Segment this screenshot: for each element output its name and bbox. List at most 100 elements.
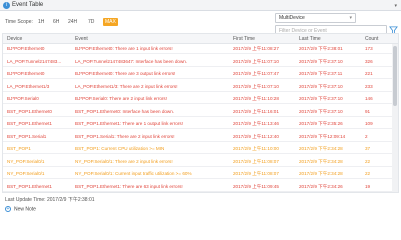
cell-last-time: 2017/2/9 下午2:34:28 [299,146,343,151]
cell-device: BJ*POP.Ethernet0 [7,71,45,76]
table-row[interactable]: BST_POP1.Ethernet1 BST_POP1.Ethernet1: T… [3,182,392,192]
table-row[interactable]: BJ*POP.Serial0 BJ*POP.Serial0: There are… [3,94,392,104]
cell-first-time: 2017/2/9 上午11:08:07 [233,158,279,164]
chevron-down-icon: ▾ [349,15,352,21]
table-row[interactable]: BJ*POP.Ethernet0 BJ*POP.Ethernet0: There… [3,44,392,54]
cell-count: 146 [365,96,373,101]
cell-first-time: 2017/2/9 上午11:08:27 [233,46,279,51]
cell-event: BJ*POP.Ethernet0: There are 1 input link… [75,46,173,51]
event-table-icon: i [3,2,10,9]
table-row[interactable]: LA_POP.Ethernet1/3 LA_POP.Ethernet1/3: T… [3,82,392,92]
cell-device: BST_POP1 [7,146,31,151]
cell-last-time: 2017/2/9 下午2:37:10 [299,108,343,114]
vertical-scrollbar[interactable] [392,44,398,192]
cell-first-time: 2017/2/9 上午11:12:40 [233,133,279,139]
column-header-count[interactable]: Count [365,36,378,42]
cell-event: NY_POP.Serial0/1: Current input traffic … [75,171,192,176]
title-bar: i Event Table ▾ [0,0,401,11]
cell-count: 233 [365,83,373,89]
cell-first-time: 2017/2/9 上午11:10:28 [233,96,279,101]
window-title: Event Table [12,2,44,8]
cell-last-time: 2017/2/9 下午2:38:01 [299,46,343,51]
cell-event: BJ*POP.Serial0: There are 2 input link e… [75,96,168,101]
cell-event: NY_POP.Serial0/1: There are 2 input link… [75,158,173,164]
new-note-label: New Note [14,206,36,213]
cell-count: 2 [365,133,368,139]
toolbar: Time Scope: 1H 6H 24H 7D MAX MultiDevice… [0,11,401,36]
column-header-last-time[interactable]: Last Time [299,36,321,42]
cell-last-time: 2017/2/9 下午2:37:11 [299,71,343,76]
cell-device: LA_POP.Tunnel2147483... [7,58,62,64]
cell-count: 19 [365,183,371,189]
cell-event: BST_POP1: Current CPU utilization >= MIN [75,146,165,151]
cell-first-time: 2017/2/9 上午11:16:01 [233,108,279,114]
cell-event: BJ*POP.Ethernet0: There are 3 output lin… [75,71,176,76]
cell-count: 91 [365,108,371,114]
cell-last-time: 2017/2/9 下午2:34:26 [299,183,343,189]
cell-first-time: 2017/2/9 上午11:13:46 [233,121,279,126]
column-header-first-time[interactable]: First Time [233,36,255,42]
device-select-value: MultiDevice [279,15,305,21]
cell-count: 326 [365,58,373,64]
new-note-button[interactable]: + New Note [5,206,36,214]
cell-first-time: 2017/2/9 上午11:07:10 [233,83,279,89]
cell-event: BST_POP1.Ethernet0: Interface has been d… [75,108,175,114]
scrollbar-thumb[interactable] [393,46,397,106]
column-header-event[interactable]: Event [75,36,88,42]
cell-count: 37 [365,146,371,151]
cell-last-time: 2017/2/9 下午12:09:14 [299,133,346,139]
cell-first-time: 2017/2/9 上午11:08:07 [233,171,279,176]
scope-6h-button[interactable]: 6H [51,18,61,26]
table-row[interactable]: LA_POP.Tunnel2147483... LA_POP.Tunnel214… [3,57,392,67]
cell-event: BST_POP1.Ethernet1: There are 63 input l… [75,183,183,189]
cell-first-time: 2017/2/9 上午11:09:45 [233,183,279,189]
scope-max-button[interactable]: MAX [103,18,118,26]
cell-device: NY_POP.Serial0/1 [7,158,45,164]
column-header-device[interactable]: Device [7,36,22,42]
cell-device: BJ*POP.Ethernet0 [7,46,45,51]
table-row[interactable]: NY_POP.Serial0/1 NY_POP.Serial0/1: Curre… [3,169,392,179]
scope-7d-button[interactable]: 7D [86,18,96,26]
time-scope-label: Time Scope: [5,19,33,25]
cell-last-time: 2017/2/9 下午2:34:28 [299,158,343,164]
cell-first-time: 2017/2/9 上午11:07:10 [233,58,279,64]
event-table-window: i Event Table ▾ Time Scope: 1H 6H 24H 7D… [0,0,401,217]
cell-device: BST_POP1.Ethernet1 [7,183,52,189]
table-header: Device Event First Time Last Time Count [3,34,398,44]
last-update-status: Last Update Time: 2017/2/9 下午2:38:01 [5,197,95,203]
cell-first-time: 2017/2/9 上午11:10:00 [233,146,279,151]
cell-count: 22 [365,158,371,164]
cell-device: NY_POP.Serial0/1 [7,171,45,176]
cell-device: LA_POP.Ethernet1/3 [7,83,50,89]
cell-last-time: 2017/2/9 下午2:37:10 [299,83,343,89]
cell-count: 22 [365,171,371,176]
chevron-down-icon[interactable]: ▾ [394,3,397,9]
cell-device: BJ*POP.Serial0 [7,96,39,101]
cell-device: BST_POP1.Ethernet0 [7,108,52,114]
table-row[interactable]: BST_POP1 BST_POP1: Current CPU utilizati… [3,144,392,154]
cell-event: LA_POP.Tunnel2147483647: Interface has b… [75,58,188,64]
cell-first-time: 2017/2/9 上午11:07:47 [233,71,279,76]
cell-last-time: 2017/2/9 下午2:37:10 [299,96,343,101]
cell-device: BST_POP1.Serial1 [7,133,47,139]
cell-event: BST_POP1.Serial1: There are 2 input link… [75,133,175,139]
scope-24h-button[interactable]: 24H [66,18,79,26]
table-row[interactable]: NY_POP.Serial0/1 NY_POP.Serial0/1: There… [3,157,392,167]
cell-last-time: 2017/2/9 下午2:35:26 [299,121,343,126]
table-body: BJ*POP.Ethernet0 BJ*POP.Ethernet0: There… [3,44,392,192]
table-row[interactable]: BST_POP1.Serial1 BST_POP1.Serial1: There… [3,132,392,142]
scope-1h-button[interactable]: 1H [36,18,46,26]
table-row[interactable]: BST_POP1.Ethernet0 BST_POP1.Ethernet0: I… [3,107,392,117]
cell-count: 221 [365,71,373,76]
cell-last-time: 2017/2/9 下午2:37:10 [299,58,343,64]
event-table: Device Event First Time Last Time Count … [2,33,399,193]
plus-icon: + [5,206,11,212]
cell-count: 173 [365,46,373,51]
device-select[interactable]: MultiDevice ▾ [275,13,356,23]
table-row[interactable]: BJ*POP.Ethernet0 BJ*POP.Ethernet0: There… [3,69,392,79]
cell-device: BST_POP1.Ethernet1 [7,121,52,126]
cell-last-time: 2017/2/9 下午2:34:28 [299,171,343,176]
table-row[interactable]: BST_POP1.Ethernet1 BST_POP1.Ethernet1: T… [3,119,392,129]
cell-count: 109 [365,121,373,126]
cell-event: BST_POP1.Ethernet1: There are 1 output l… [75,121,183,126]
